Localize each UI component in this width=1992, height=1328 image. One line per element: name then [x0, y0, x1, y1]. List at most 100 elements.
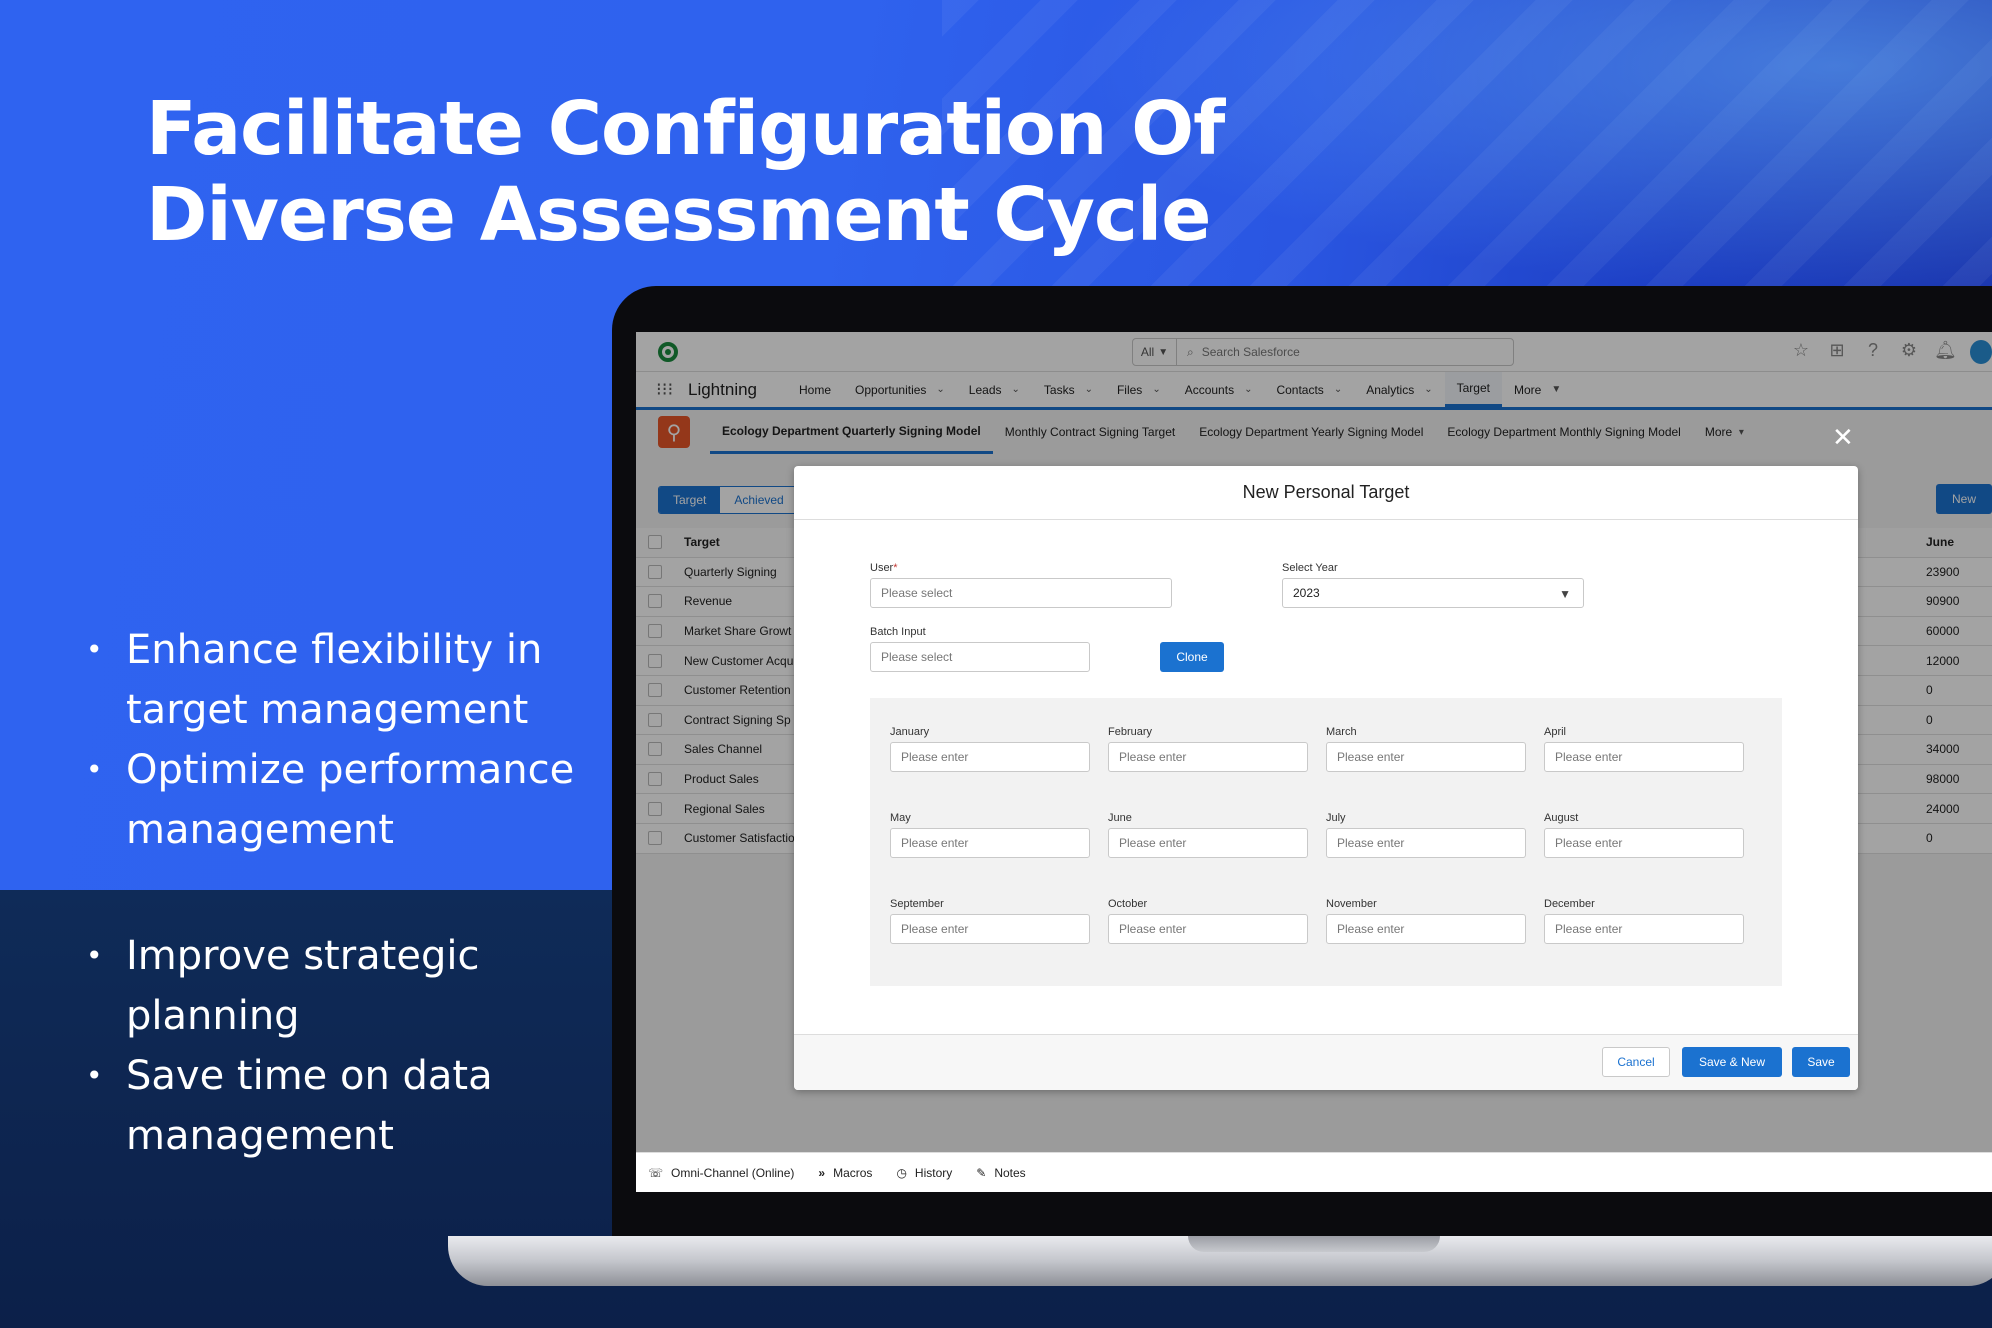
caret-down-icon: ▼ — [1158, 346, 1169, 358]
user-select[interactable]: Please select — [870, 578, 1172, 608]
target-achieved-toggle: Target Achieved — [658, 486, 799, 514]
caret-down-icon: ▾ — [1738, 426, 1744, 438]
tab-yearly-signing-model[interactable]: Ecology Department Yearly Signing Model — [1187, 410, 1435, 454]
search-scope-dropdown[interactable]: All ▼ — [1133, 339, 1177, 365]
month-input[interactable]: Please enter — [1544, 742, 1744, 772]
tab-more[interactable]: More ▾ — [1693, 410, 1756, 454]
global-search[interactable]: All ▼ ⌕ Search Salesforce — [1132, 338, 1514, 366]
nav-files[interactable]: Files ⌄ — [1105, 372, 1173, 407]
nav-target[interactable]: Target — [1444, 372, 1502, 407]
month-field-december: December Please enter — [1544, 898, 1744, 944]
caret-down-icon[interactable]: ▼ — [1551, 384, 1561, 395]
row-checkbox[interactable] — [648, 683, 662, 698]
utility-omni-channel[interactable]: ☏ Omni-Channel (Online) — [648, 1166, 794, 1180]
month-input[interactable]: Please enter — [890, 914, 1090, 944]
user-avatar[interactable] — [1970, 340, 1992, 364]
nav-analytics[interactable]: Analytics ⌄ — [1354, 372, 1444, 407]
save-and-new-button[interactable]: Save & New — [1682, 1047, 1782, 1077]
help-icon[interactable]: ? — [1862, 340, 1884, 364]
nav-opportunities[interactable]: Opportunities ⌄ — [843, 372, 957, 407]
target-object-icon: ⚲ — [658, 416, 690, 448]
month-field-april: April Please enter — [1544, 726, 1744, 772]
month-field-february: February Please enter — [1108, 726, 1308, 772]
column-header-june[interactable]: June — [1926, 535, 1954, 549]
utility-macros[interactable]: » Macros — [818, 1166, 872, 1180]
month-input[interactable]: Please enter — [1108, 828, 1308, 858]
segment-target[interactable]: Target — [659, 487, 721, 513]
chevron-down-icon[interactable]: ⌄ — [936, 384, 944, 395]
month-input[interactable]: Please enter — [1108, 742, 1308, 772]
month-input[interactable]: Please enter — [1544, 828, 1744, 858]
chevron-down-icon[interactable]: ⌄ — [1012, 384, 1020, 395]
row-checkbox[interactable] — [648, 653, 662, 668]
month-input[interactable]: Please enter — [890, 742, 1090, 772]
modal-footer: Cancel Save & New Save — [794, 1034, 1858, 1090]
nav-more[interactable]: More ▼ — [1502, 372, 1573, 407]
setup-gear-icon[interactable]: ⚙ — [1898, 340, 1920, 364]
row-checkbox[interactable] — [648, 801, 662, 816]
monthly-targets-panel: January Please enter February Please enter… — [870, 698, 1782, 986]
close-icon[interactable]: ✕ — [1832, 424, 1854, 450]
search-scope-label: All — [1140, 345, 1155, 359]
bullet-list-2: Improve strategic planning Save time on … — [86, 926, 606, 1166]
chevron-down-icon[interactable]: ⌄ — [1244, 384, 1252, 395]
save-button[interactable]: Save — [1792, 1047, 1850, 1077]
global-header: All ▼ ⌕ Search Salesforce ☆ ⊞ ? ⚙ 🔔︎ — [636, 332, 1992, 372]
month-input[interactable]: Please enter — [890, 828, 1090, 858]
month-field-august: August Please enter — [1544, 812, 1744, 858]
row-checkbox[interactable] — [648, 831, 662, 846]
user-label: User* — [870, 562, 898, 574]
notes-icon: ✎ — [976, 1165, 987, 1180]
cancel-button[interactable]: Cancel — [1602, 1047, 1670, 1077]
tab-monthly-contract-signing[interactable]: Monthly Contract Signing Target — [993, 410, 1188, 454]
new-button[interactable]: New — [1936, 484, 1992, 514]
month-input[interactable]: Please enter — [1326, 742, 1526, 772]
select-all-checkbox[interactable] — [648, 535, 662, 550]
month-input[interactable]: Please enter — [1326, 828, 1526, 858]
row-checkbox[interactable] — [648, 624, 662, 639]
nav-home[interactable]: Home — [787, 372, 843, 407]
row-checkbox[interactable] — [648, 712, 662, 727]
bullet-item: Improve strategic planning — [86, 926, 606, 1046]
macros-icon: » — [818, 1165, 826, 1180]
chevron-down-icon[interactable]: ⌄ — [1334, 384, 1342, 395]
month-field-october: October Please enter — [1108, 898, 1308, 944]
app-name: Lightning — [688, 379, 758, 399]
utility-notes[interactable]: ✎ Notes — [976, 1166, 1025, 1180]
bullet-item: Optimize performance management — [86, 740, 606, 860]
row-checkbox[interactable] — [648, 564, 662, 579]
nav-contacts[interactable]: Contacts ⌄ — [1264, 372, 1354, 407]
clock-icon: ◷ — [896, 1165, 907, 1180]
row-checkbox[interactable] — [648, 742, 662, 757]
favorites-icon[interactable]: ☆ — [1790, 340, 1812, 364]
segment-achieved[interactable]: Achieved — [720, 487, 798, 513]
bullet-item: Save time on data management — [86, 1046, 606, 1166]
clone-button[interactable]: Clone — [1160, 642, 1224, 672]
app-launcher-icon[interactable]: ⁝⁝⁝ — [636, 379, 676, 400]
caret-down-icon: ▼ — [1559, 587, 1571, 601]
month-field-june: June Please enter — [1108, 812, 1308, 858]
row-checkbox[interactable] — [648, 594, 662, 609]
chevron-down-icon[interactable]: ⌄ — [1424, 384, 1432, 395]
row-checkbox[interactable] — [648, 772, 662, 787]
search-icon: ⌕ — [1187, 344, 1194, 359]
tab-monthly-signing-model[interactable]: Ecology Department Monthly Signing Model — [1435, 410, 1692, 454]
month-input[interactable]: Please enter — [1544, 914, 1744, 944]
month-field-january: January Please enter — [890, 726, 1090, 772]
chevron-down-icon[interactable]: ⌄ — [1085, 384, 1093, 395]
month-input[interactable]: Please enter — [1108, 914, 1308, 944]
tab-quarterly-signing-model[interactable]: Ecology Department Quarterly Signing Mod… — [710, 410, 993, 454]
batch-input-select[interactable]: Please select — [870, 642, 1090, 672]
select-year-dropdown[interactable]: 2023 ▼ — [1282, 578, 1584, 608]
column-header-target[interactable]: Target — [684, 535, 804, 549]
select-year-value: 2023 — [1293, 586, 1320, 600]
nav-leads[interactable]: Leads ⌄ — [957, 372, 1032, 407]
utility-history[interactable]: ◷ History — [896, 1166, 952, 1180]
chevron-down-icon[interactable]: ⌄ — [1152, 384, 1160, 395]
nav-tasks[interactable]: Tasks ⌄ — [1032, 372, 1105, 407]
notifications-bell-icon[interactable]: 🔔︎ — [1934, 340, 1957, 364]
app-logo-icon[interactable] — [658, 342, 678, 362]
nav-accounts[interactable]: Accounts ⌄ — [1173, 372, 1265, 407]
add-icon[interactable]: ⊞ — [1826, 340, 1848, 364]
month-input[interactable]: Please enter — [1326, 914, 1526, 944]
